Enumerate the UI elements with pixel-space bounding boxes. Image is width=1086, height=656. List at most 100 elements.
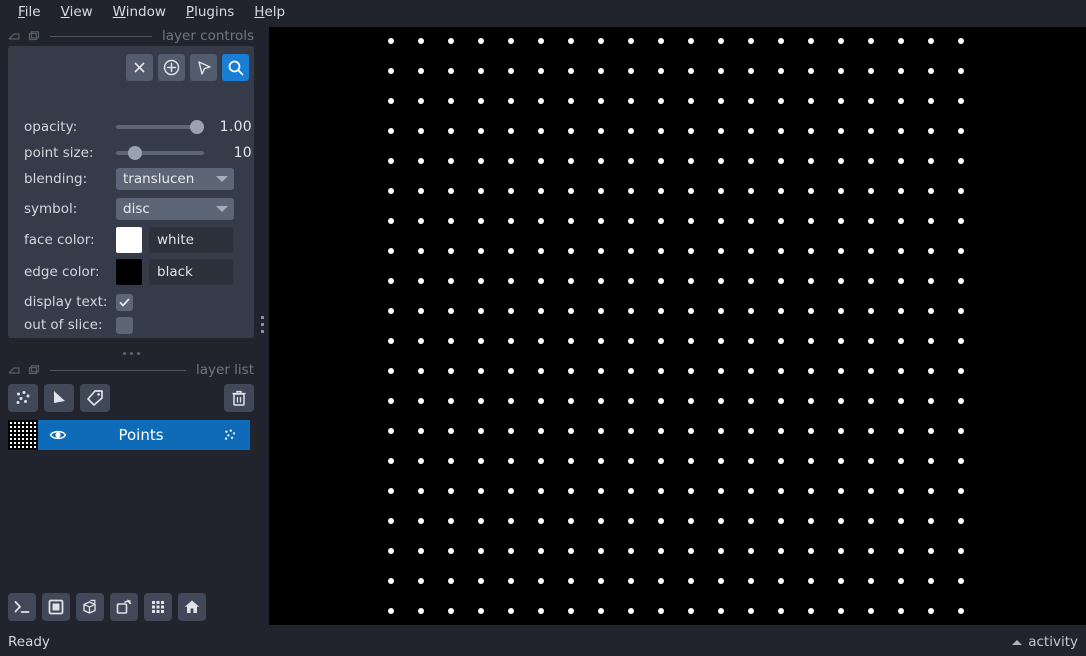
canvas-point[interactable] — [928, 488, 934, 494]
canvas-point[interactable] — [478, 248, 484, 254]
canvas-point[interactable] — [898, 458, 904, 464]
canvas-point[interactable] — [478, 38, 484, 44]
canvas-point[interactable] — [508, 188, 514, 194]
canvas-point[interactable] — [928, 218, 934, 224]
console-button[interactable] — [8, 593, 36, 621]
canvas-point[interactable] — [568, 68, 574, 74]
canvas-point[interactable] — [418, 578, 424, 584]
canvas-point[interactable] — [448, 368, 454, 374]
canvas-point[interactable] — [958, 578, 964, 584]
canvas-point[interactable] — [718, 398, 724, 404]
point-size-slider[interactable] — [116, 145, 204, 161]
ndisplay-toggle-button[interactable] — [42, 593, 70, 621]
canvas-point[interactable] — [598, 308, 604, 314]
opacity-slider[interactable] — [116, 119, 204, 135]
canvas-point[interactable] — [418, 98, 424, 104]
canvas-point[interactable] — [478, 398, 484, 404]
canvas-point[interactable] — [388, 488, 394, 494]
canvas-point[interactable] — [958, 368, 964, 374]
canvas-point[interactable] — [538, 458, 544, 464]
canvas-point[interactable] — [958, 338, 964, 344]
canvas-point[interactable] — [568, 128, 574, 134]
canvas-point[interactable] — [808, 608, 814, 614]
canvas-point[interactable] — [868, 518, 874, 524]
canvas-point[interactable] — [868, 578, 874, 584]
canvas-point[interactable] — [868, 548, 874, 554]
canvas-point[interactable] — [688, 308, 694, 314]
canvas-point[interactable] — [508, 68, 514, 74]
canvas-point[interactable] — [838, 458, 844, 464]
canvas-point[interactable] — [568, 578, 574, 584]
canvas-point[interactable] — [718, 608, 724, 614]
canvas-point[interactable] — [448, 68, 454, 74]
canvas-point[interactable] — [868, 128, 874, 134]
canvas-point[interactable] — [868, 68, 874, 74]
canvas-point[interactable] — [568, 518, 574, 524]
canvas-point[interactable] — [958, 98, 964, 104]
canvas-point[interactable] — [628, 158, 634, 164]
canvas-point[interactable] — [748, 518, 754, 524]
canvas-point[interactable] — [418, 248, 424, 254]
canvas-point[interactable] — [838, 188, 844, 194]
canvas-point[interactable] — [808, 68, 814, 74]
canvas-point[interactable] — [538, 278, 544, 284]
canvas-point[interactable] — [568, 218, 574, 224]
canvas-point[interactable] — [778, 218, 784, 224]
canvas-point[interactable] — [508, 128, 514, 134]
canvas-point[interactable] — [808, 188, 814, 194]
canvas-point[interactable] — [898, 368, 904, 374]
canvas-point[interactable] — [778, 128, 784, 134]
canvas-point[interactable] — [628, 188, 634, 194]
canvas-point[interactable] — [538, 68, 544, 74]
point-size-slider-handle[interactable] — [128, 146, 142, 160]
canvas-point[interactable] — [778, 158, 784, 164]
canvas-point[interactable] — [568, 308, 574, 314]
canvas-point[interactable] — [718, 428, 724, 434]
canvas-point[interactable] — [868, 398, 874, 404]
canvas-point[interactable] — [658, 548, 664, 554]
canvas-point[interactable] — [568, 548, 574, 554]
canvas-point[interactable] — [568, 158, 574, 164]
canvas-point[interactable] — [928, 188, 934, 194]
canvas-point[interactable] — [448, 398, 454, 404]
canvas-point[interactable] — [508, 608, 514, 614]
canvas-point[interactable] — [958, 188, 964, 194]
canvas-point[interactable] — [538, 338, 544, 344]
canvas-point[interactable] — [658, 188, 664, 194]
canvas-point[interactable] — [688, 188, 694, 194]
canvas-point[interactable] — [808, 548, 814, 554]
canvas-point[interactable] — [838, 308, 844, 314]
canvas-point[interactable] — [928, 98, 934, 104]
canvas-point[interactable] — [448, 188, 454, 194]
canvas-point[interactable] — [778, 188, 784, 194]
canvas-point[interactable] — [778, 548, 784, 554]
canvas-point[interactable] — [928, 128, 934, 134]
canvas-point[interactable] — [628, 488, 634, 494]
canvas-point[interactable] — [958, 518, 964, 524]
canvas-point[interactable] — [658, 578, 664, 584]
canvas-point[interactable] — [388, 68, 394, 74]
canvas-point[interactable] — [598, 518, 604, 524]
canvas-point[interactable] — [868, 218, 874, 224]
canvas-point[interactable] — [598, 548, 604, 554]
canvas-point[interactable] — [598, 428, 604, 434]
canvas-point[interactable] — [418, 458, 424, 464]
canvas-point[interactable] — [718, 308, 724, 314]
canvas-point[interactable] — [838, 158, 844, 164]
canvas-point[interactable] — [538, 518, 544, 524]
layer-visibility-toggle[interactable] — [48, 425, 68, 445]
canvas-point[interactable] — [808, 488, 814, 494]
canvas-point[interactable] — [778, 278, 784, 284]
out-of-slice-checkbox[interactable] — [116, 316, 133, 334]
canvas-point[interactable] — [748, 368, 754, 374]
canvas-point[interactable] — [598, 188, 604, 194]
canvas-point[interactable] — [868, 308, 874, 314]
canvas-point[interactable] — [808, 578, 814, 584]
canvas-point[interactable] — [418, 68, 424, 74]
canvas-point[interactable] — [538, 38, 544, 44]
canvas-point[interactable] — [388, 428, 394, 434]
canvas-point[interactable] — [508, 518, 514, 524]
canvas-point[interactable] — [748, 548, 754, 554]
canvas-point[interactable] — [928, 158, 934, 164]
canvas-point[interactable] — [448, 458, 454, 464]
